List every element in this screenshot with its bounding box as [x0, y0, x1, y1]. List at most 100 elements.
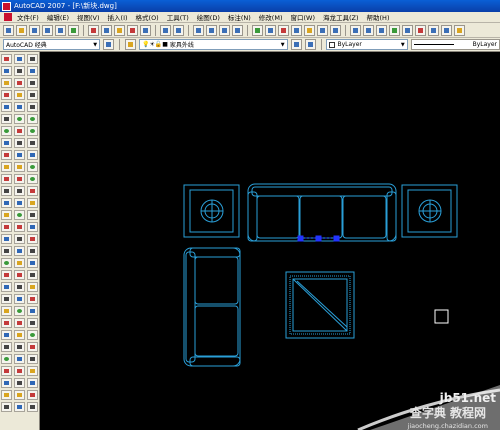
- make-block-icon[interactable]: [27, 198, 38, 208]
- new-file-icon[interactable]: [3, 24, 14, 36]
- zoom-previous-icon[interactable]: [232, 24, 243, 36]
- menu-tools[interactable]: 工具(T): [167, 12, 189, 22]
- paste-icon[interactable]: [114, 24, 125, 36]
- cut-icon[interactable]: [88, 24, 99, 36]
- chamfer-icon[interactable]: [1, 210, 12, 220]
- copy-object-icon[interactable]: [1, 66, 12, 76]
- perpendicular-snap-icon[interactable]: [14, 150, 25, 160]
- quick-select-icon[interactable]: [27, 378, 38, 388]
- intersection-snap-icon[interactable]: [14, 90, 25, 100]
- markup-icon[interactable]: [304, 24, 315, 36]
- list-icon[interactable]: [27, 330, 38, 340]
- hatch-icon[interactable]: [27, 222, 38, 232]
- tangent-snap-icon[interactable]: [14, 138, 25, 148]
- fillet-icon[interactable]: [1, 222, 12, 232]
- revision-cloud-icon[interactable]: [27, 138, 38, 148]
- match-properties-icon[interactable]: [127, 24, 138, 36]
- gradient-icon[interactable]: [27, 234, 38, 244]
- coffee-table[interactable]: [285, 271, 355, 339]
- drawing-canvas[interactable]: [40, 52, 500, 430]
- quick-dimension-icon[interactable]: [14, 402, 25, 412]
- stretch-icon[interactable]: [1, 150, 12, 160]
- autocad-app-icon[interactable]: [2, 1, 11, 11]
- sofa-three-seat[interactable]: [247, 183, 397, 242]
- menu-dimension[interactable]: 标注(N): [228, 12, 251, 22]
- tolerance-icon[interactable]: [14, 342, 25, 352]
- dimension-aligned-icon[interactable]: [14, 270, 25, 280]
- construction-line-icon[interactable]: [27, 66, 38, 76]
- freeze-layer-icon[interactable]: [1, 294, 12, 304]
- help-icon[interactable]: [330, 24, 341, 36]
- dimension-baseline-icon[interactable]: [14, 306, 25, 316]
- apparent-intersection-icon[interactable]: [14, 102, 25, 112]
- menu-help[interactable]: 帮助(H): [367, 12, 390, 22]
- line-icon[interactable]: [27, 54, 38, 64]
- text-style-icon[interactable]: [350, 24, 361, 36]
- node-snap-icon[interactable]: [14, 186, 25, 196]
- light-icon[interactable]: [454, 24, 465, 36]
- dimension-radius-icon[interactable]: [14, 282, 25, 292]
- menu-format[interactable]: 格式(O): [136, 12, 159, 22]
- undo-icon[interactable]: [160, 24, 171, 36]
- table-style-icon[interactable]: [376, 24, 387, 36]
- layer-previous-icon[interactable]: [304, 39, 316, 50]
- ucs-icon[interactable]: [441, 24, 452, 36]
- dimension-angular-icon[interactable]: [14, 294, 25, 304]
- make-object-layer-current-icon[interactable]: [290, 39, 302, 50]
- menu-draw[interactable]: 绘图(D): [197, 12, 220, 22]
- rectangle-icon[interactable]: [27, 102, 38, 112]
- lock-layer-icon[interactable]: [1, 306, 12, 316]
- menu-file[interactable]: 文件(F): [17, 12, 39, 22]
- layer-properties-icon[interactable]: [125, 39, 136, 50]
- insert-snap-icon[interactable]: [14, 174, 25, 184]
- open-file-icon[interactable]: [16, 24, 27, 36]
- express-text-icon[interactable]: [1, 390, 12, 400]
- mass-properties-icon[interactable]: [27, 366, 38, 376]
- break-icon[interactable]: [1, 186, 12, 196]
- save-icon[interactable]: [29, 24, 40, 36]
- layer-manager-icon[interactable]: [389, 24, 400, 36]
- menu-edit[interactable]: 编辑(E): [47, 12, 69, 22]
- layer-off-icon[interactable]: [1, 318, 12, 328]
- midpoint-snap-icon[interactable]: [14, 78, 25, 88]
- workspace-settings-icon[interactable]: [103, 39, 115, 50]
- block-editor-icon[interactable]: [140, 24, 151, 36]
- layer-select[interactable]: 💡☀🔓■ 家具外线 ▼: [138, 39, 288, 50]
- dimension-edit-icon[interactable]: [14, 366, 25, 376]
- design-center-icon[interactable]: [265, 24, 276, 36]
- menu-modify[interactable]: 修改(M): [259, 12, 283, 22]
- tracking-icon[interactable]: [14, 234, 25, 244]
- parallel-snap-icon[interactable]: [14, 162, 25, 172]
- dimension-update-icon[interactable]: [14, 378, 25, 388]
- redo-icon[interactable]: [173, 24, 184, 36]
- explode-icon[interactable]: [1, 234, 12, 244]
- rotate-icon[interactable]: [1, 126, 12, 136]
- zoom-realtime-icon[interactable]: [206, 24, 217, 36]
- center-mark-icon[interactable]: [14, 354, 25, 364]
- circle-icon[interactable]: [27, 126, 38, 136]
- render-icon[interactable]: [415, 24, 426, 36]
- scale-icon[interactable]: [1, 138, 12, 148]
- side-table-right[interactable]: [401, 184, 458, 238]
- find-icon[interactable]: [27, 390, 38, 400]
- spell-check-icon[interactable]: [27, 402, 38, 412]
- leader-icon[interactable]: [14, 330, 25, 340]
- spline-icon[interactable]: [27, 150, 38, 160]
- menu-window[interactable]: 窗口(W): [290, 12, 315, 22]
- lineweight-icon[interactable]: [27, 294, 38, 304]
- merge-layer-icon[interactable]: [1, 330, 12, 340]
- quadrant-snap-icon[interactable]: [14, 126, 25, 136]
- menu-view[interactable]: 视图(V): [77, 12, 100, 22]
- region-icon[interactable]: [27, 246, 38, 256]
- expand-toolbar-icon[interactable]: [1, 246, 12, 256]
- from-point-icon[interactable]: [14, 246, 25, 256]
- tool-palettes-icon[interactable]: [278, 24, 289, 36]
- object-snap-icon[interactable]: [14, 54, 25, 64]
- none-snap-icon[interactable]: [14, 210, 25, 220]
- calculator-icon[interactable]: [317, 24, 328, 36]
- plot-preview-icon[interactable]: [55, 24, 66, 36]
- measure-icon[interactable]: [27, 306, 38, 316]
- copy-icon[interactable]: [101, 24, 112, 36]
- menu-hailong-tools[interactable]: 海龙工具(Z): [323, 12, 359, 22]
- ellipse-arc-icon[interactable]: [27, 174, 38, 184]
